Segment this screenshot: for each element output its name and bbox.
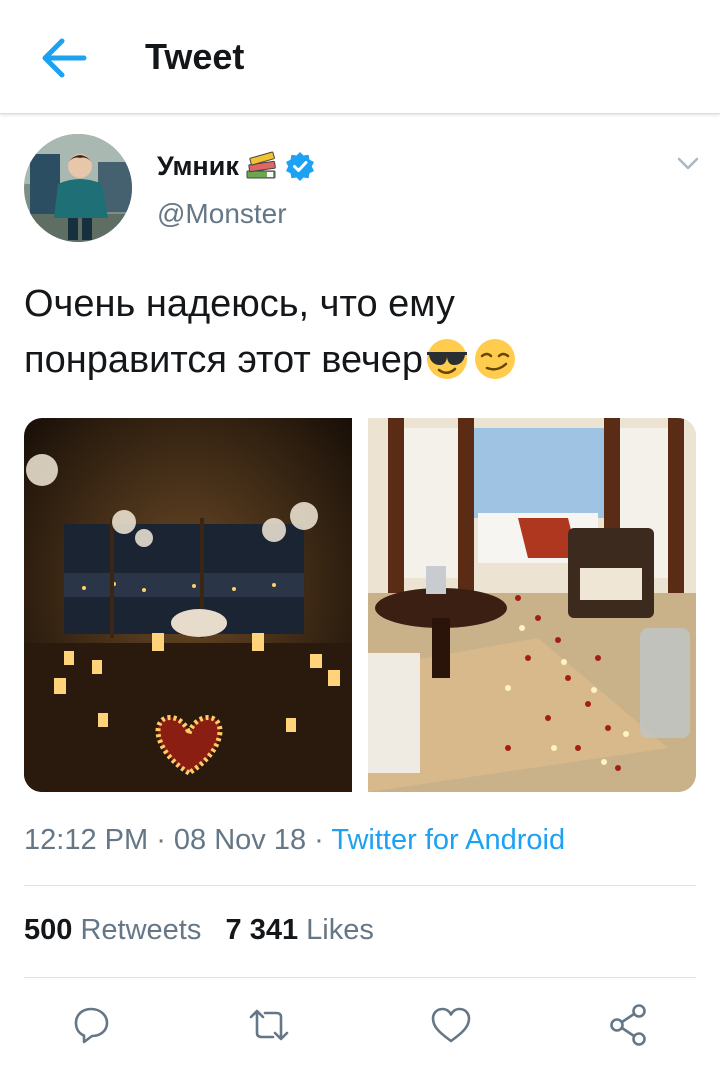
avatar[interactable] xyxy=(24,134,132,242)
tweet-stats: 500 Retweets 7 341 Likes xyxy=(24,914,374,947)
author-name-row[interactable]: Умник xyxy=(157,148,315,184)
tweet-line-2-text: понравится этот вечер xyxy=(24,339,423,381)
tweet-text: Очень надеюсь, что ему понравится этот в… xyxy=(24,276,704,388)
rose-petal-bedroom-photo[interactable] xyxy=(368,418,696,792)
like-icon xyxy=(431,1007,471,1043)
display-name: Умник xyxy=(157,150,239,181)
tweet-line-2: понравится этот вечер xyxy=(24,332,704,388)
like-button[interactable] xyxy=(428,1002,474,1048)
retweet-button[interactable] xyxy=(246,1002,292,1048)
top-app-bar: Tweet xyxy=(0,0,720,114)
meta-separator: · xyxy=(306,824,332,856)
tweet-meta: 12:12 PM · 08 Nov 18 · Twitter for Andro… xyxy=(24,824,565,857)
meta-separator: · xyxy=(148,824,174,856)
tweet-source-link[interactable]: Twitter for Android xyxy=(331,824,565,856)
tweet-line-1: Очень надеюсь, что ему xyxy=(24,283,455,325)
likes-stat[interactable]: 7 341 Likes xyxy=(226,914,374,946)
back-button[interactable] xyxy=(36,34,90,82)
divider xyxy=(24,977,696,978)
candle-heart-room-photo[interactable] xyxy=(24,418,352,792)
share-icon xyxy=(610,1004,646,1046)
arrow-left-icon xyxy=(42,38,87,78)
chevron-down-icon xyxy=(677,157,699,170)
divider xyxy=(24,885,696,886)
author-handle[interactable]: @Monster xyxy=(157,198,287,230)
reply-button[interactable] xyxy=(68,1002,114,1048)
likes-count: 7 341 xyxy=(225,914,299,946)
reply-icon xyxy=(74,1007,109,1044)
retweet-icon xyxy=(249,1009,289,1041)
page-title: Tweet xyxy=(145,36,245,77)
share-button[interactable] xyxy=(606,1002,652,1048)
verified-badge-icon xyxy=(285,152,314,181)
smirk-emoji xyxy=(474,339,515,379)
tweet-date: 08 Nov 18 xyxy=(173,824,307,856)
sunglasses-emoji xyxy=(426,339,467,379)
retweets-stat[interactable]: 500 Retweets xyxy=(24,914,201,946)
more-options-button[interactable] xyxy=(676,154,700,174)
likes-label: Likes xyxy=(306,914,374,946)
tweet-time: 12:12 PM xyxy=(24,824,149,856)
books-emoji xyxy=(246,151,276,179)
retweets-label: Retweets xyxy=(80,914,202,946)
retweets-count: 500 xyxy=(24,914,73,946)
